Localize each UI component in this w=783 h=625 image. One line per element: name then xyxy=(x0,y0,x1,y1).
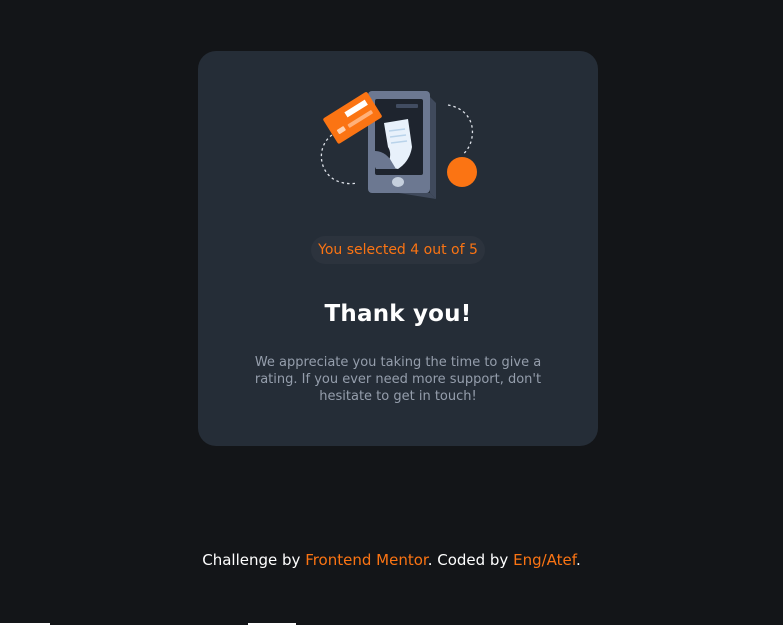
footer-suffix: . xyxy=(575,551,581,569)
frontend-mentor-link[interactable]: Frontend Mentor xyxy=(305,551,428,569)
author-link[interactable]: Eng/Atef xyxy=(513,551,576,569)
selection-badge: You selected 4 out of 5 xyxy=(311,236,485,264)
page-title: Thank you! xyxy=(324,301,472,327)
thank-you-message: We appreciate you taking the time to giv… xyxy=(254,355,542,404)
footer-prefix: Challenge by xyxy=(202,551,306,569)
payment-phone-illustration-icon xyxy=(320,91,477,199)
footer-middle: . Coded by xyxy=(427,551,514,569)
thank-you-card: You selected 4 out of 5 Thank you! We ap… xyxy=(198,51,598,446)
attribution-footer: Challenge by Frontend Mentor. Coded by E… xyxy=(0,551,783,569)
